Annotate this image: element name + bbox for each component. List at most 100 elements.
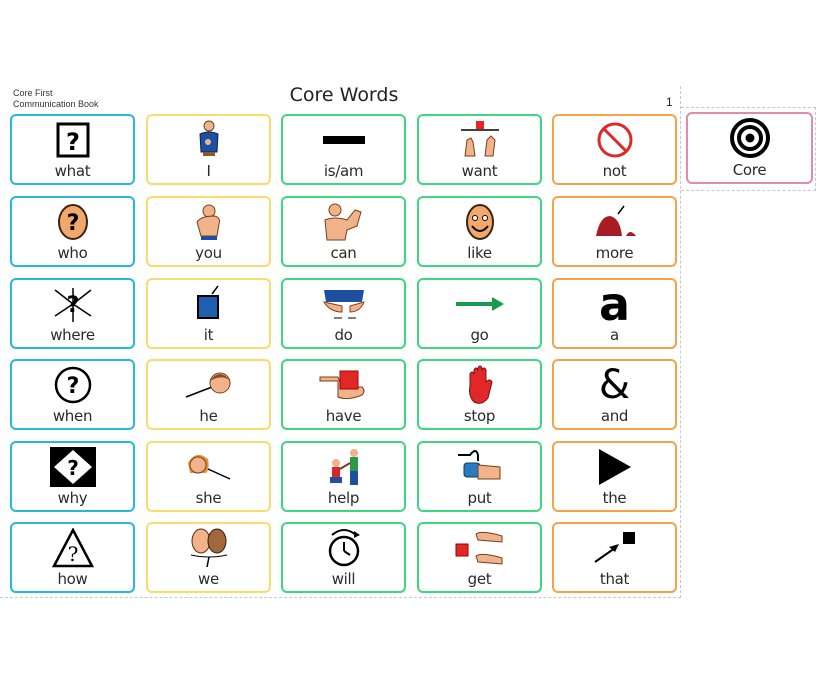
word-button-the[interactable]: the: [552, 441, 677, 512]
page-title: Core Words: [289, 84, 399, 106]
tab-core[interactable]: Core: [686, 112, 813, 184]
target-icon: [688, 118, 811, 158]
word-button-have[interactable]: have: [281, 359, 406, 430]
arrow-to-square-icon: [148, 284, 269, 324]
word-button-who[interactable]: ? who: [10, 196, 135, 267]
word-button-what[interactable]: ? what: [10, 114, 135, 185]
word-button-how[interactable]: ? how: [10, 522, 135, 593]
arrow-to-black-square-icon: [554, 528, 675, 568]
word-label: it: [203, 326, 214, 344]
tab-core-label: Core: [732, 161, 767, 179]
word-button-that[interactable]: that: [552, 522, 677, 593]
hands-getting-icon: [419, 528, 540, 568]
play-triangle-icon: [554, 447, 675, 487]
question-head-icon: ?: [12, 202, 133, 242]
smiling-face-icon: [419, 202, 540, 242]
question-diamond-icon: ?: [12, 447, 133, 487]
more-pile-icon: [554, 202, 675, 242]
word-button-i[interactable]: I: [146, 114, 271, 185]
word-button-get[interactable]: get: [417, 522, 542, 593]
hands-holding-box-icon: [283, 365, 404, 405]
svg-text:?: ?: [67, 542, 78, 566]
helping-people-icon: [283, 447, 404, 487]
word-button-where[interactable]: ? where: [10, 278, 135, 349]
word-button-go[interactable]: go: [417, 278, 542, 349]
future-clock-icon: [283, 528, 404, 568]
letter-a-icon: a: [598, 277, 631, 331]
question-box-icon: ?: [12, 120, 133, 160]
question-triangle-icon: ?: [12, 528, 133, 568]
word-button-like[interactable]: like: [417, 196, 542, 267]
word-button-it[interactable]: it: [146, 278, 271, 349]
word-label: can: [330, 244, 357, 262]
word-button-we[interactable]: we: [146, 522, 271, 593]
word-label: more: [595, 244, 634, 262]
word-button-he[interactable]: he: [146, 359, 271, 430]
arrow-to-boy-icon: [148, 365, 269, 405]
word-label: and: [600, 407, 629, 425]
word-button-is-am[interactable]: is/am: [281, 114, 406, 185]
word-button-more[interactable]: more: [552, 196, 677, 267]
word-button-will[interactable]: will: [281, 522, 406, 593]
flexing-arm-icon: [283, 202, 404, 242]
question-clock-icon: ?: [12, 365, 133, 405]
word-button-can[interactable]: can: [281, 196, 406, 267]
word-label: that: [599, 570, 630, 588]
word-label: do: [334, 326, 353, 344]
word-button-she[interactable]: she: [146, 441, 271, 512]
word-label: is/am: [323, 162, 364, 180]
word-label: how: [57, 570, 88, 588]
word-label: why: [57, 489, 88, 507]
word-label: he: [199, 407, 218, 425]
word-button-help[interactable]: help: [281, 441, 406, 512]
prohibited-icon: [554, 120, 675, 160]
word-label: not: [602, 162, 627, 180]
word-button-not[interactable]: not: [552, 114, 677, 185]
word-label: put: [467, 489, 492, 507]
word-button-and[interactable]: & and: [552, 359, 677, 430]
word-label: you: [195, 244, 222, 262]
word-button-want[interactable]: want: [417, 114, 542, 185]
word-button-when[interactable]: ? when: [10, 359, 135, 430]
word-label: stop: [463, 407, 496, 425]
word-label: a: [610, 326, 619, 344]
word-button-stop[interactable]: stop: [417, 359, 542, 430]
word-label: who: [57, 244, 88, 262]
word-label: have: [325, 407, 362, 425]
want-hands-icon: [419, 120, 540, 160]
two-faces-icon: [148, 528, 269, 568]
dash-bar-icon: [283, 120, 404, 160]
word-label: go: [470, 326, 489, 344]
ampersand-icon: &: [598, 362, 631, 408]
page-number: 1: [666, 95, 673, 109]
word-label: will: [331, 570, 356, 588]
word-label: when: [52, 407, 93, 425]
person-self-icon: [148, 120, 269, 160]
right-arrow-icon: [419, 284, 540, 324]
hand-putting-icon: [419, 447, 540, 487]
svg-text:?: ?: [66, 211, 79, 236]
word-label: the: [602, 489, 627, 507]
stop-hand-icon: [419, 365, 540, 405]
word-label: we: [198, 570, 219, 588]
word-label: she: [195, 489, 222, 507]
svg-text:?: ?: [67, 456, 79, 480]
word-label: want: [461, 162, 498, 180]
svg-text:?: ?: [66, 374, 79, 399]
word-label: I: [206, 162, 211, 180]
word-button-put[interactable]: put: [417, 441, 542, 512]
svg-text:?: ?: [66, 128, 80, 156]
word-label: what: [54, 162, 91, 180]
word-label: get: [467, 570, 492, 588]
question-arrows-icon: ?: [12, 284, 133, 324]
svg-text:?: ?: [66, 293, 79, 318]
word-button-do[interactable]: do: [281, 278, 406, 349]
girl-arrow-icon: [148, 447, 269, 487]
word-label: where: [50, 326, 95, 344]
word-button-why[interactable]: ? why: [10, 441, 135, 512]
word-button-you[interactable]: you: [146, 196, 271, 267]
pointing-person-icon: [148, 202, 269, 242]
word-label: like: [467, 244, 492, 262]
word-button-a[interactable]: aa: [552, 278, 677, 349]
page-border-bottom: [0, 597, 681, 598]
